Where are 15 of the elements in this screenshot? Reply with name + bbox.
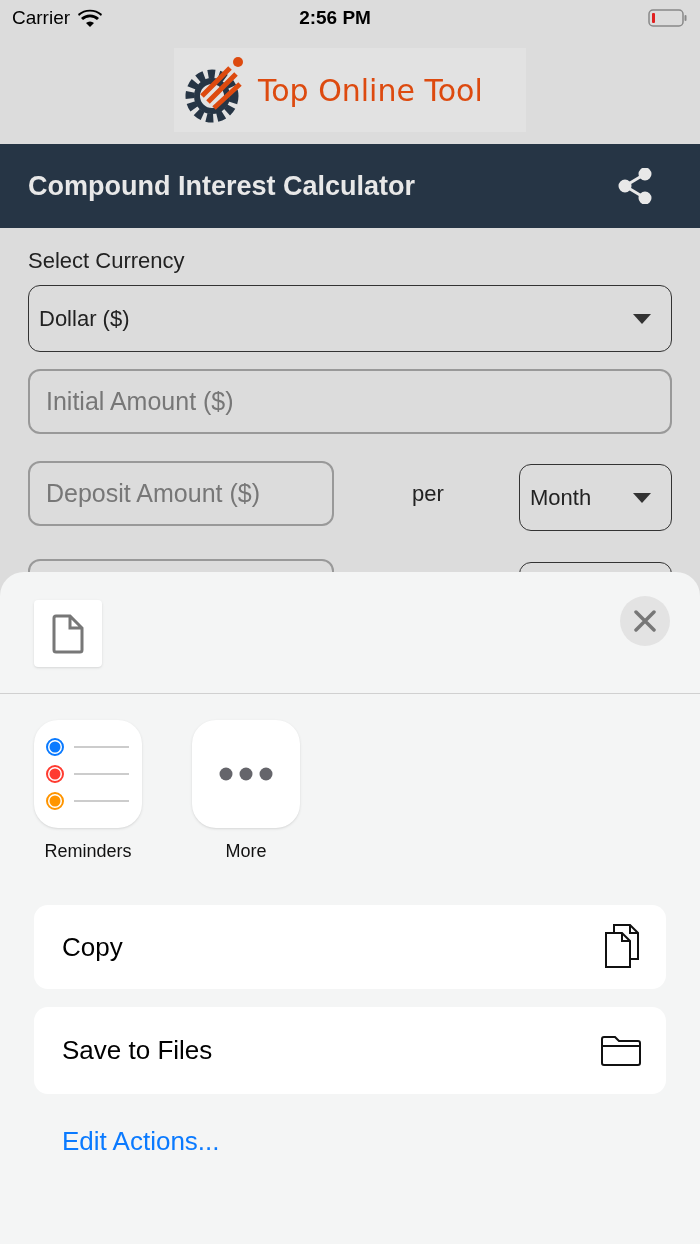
app-label[interactable]: More xyxy=(225,838,267,865)
currency-select[interactable]: Dollar ($) xyxy=(28,285,672,352)
period-select[interactable]: Month xyxy=(519,464,672,531)
action-row[interactable]: Save to Files xyxy=(34,1007,666,1094)
edit-actions-link[interactable]: Edit Actions... xyxy=(62,1122,700,1161)
deposit-amount-field[interactable]: Deposit Amount ($) xyxy=(28,461,334,526)
header-title: Compound Interest Calculator xyxy=(28,169,416,203)
initial-amount-field[interactable]: Initial Amount ($) xyxy=(28,369,672,434)
clock-time: 2:56 PM xyxy=(298,5,372,30)
per-label: per xyxy=(412,480,444,508)
currency-label: Select Currency xyxy=(28,247,186,275)
app-label[interactable]: Reminders xyxy=(44,838,132,865)
carrier-label: Carrier xyxy=(12,5,71,30)
action-row[interactable]: Copy xyxy=(34,905,666,989)
logo-text: Top Online Tool xyxy=(258,71,483,110)
